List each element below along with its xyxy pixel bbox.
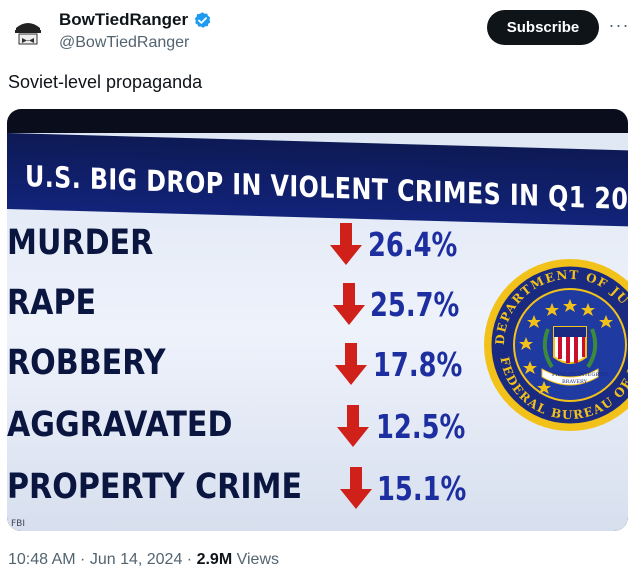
meta-separator: ·	[182, 551, 197, 568]
down-arrow-icon	[337, 405, 369, 447]
tweet-meta: 10:48 AM · Jun 14, 2024 · 2.9M Views	[8, 551, 279, 569]
down-arrow-icon	[335, 343, 367, 385]
percent-change: 17.8%	[373, 345, 463, 384]
seal-motto-right: INTEGRITY	[578, 372, 608, 378]
fbi-seal-icon: DEPARTMENT OF JU FEDERAL BUREAU OF IN FI…	[484, 259, 628, 431]
author-handle[interactable]: @BowTiedRanger	[59, 34, 189, 52]
subscribe-button[interactable]: Subscribe	[487, 10, 599, 45]
crime-label: PROPERTY CRIME	[7, 467, 303, 507]
down-arrow-icon	[330, 223, 362, 265]
tweet-date[interactable]: Jun 14, 2024	[90, 551, 183, 568]
crime-label: ROBBERY	[7, 343, 166, 383]
down-arrow-icon	[333, 283, 365, 325]
crime-label: AGGRAVATED	[7, 405, 233, 445]
more-options-icon[interactable]: ···	[607, 14, 631, 38]
seal-motto-left: FIDELITY	[552, 372, 578, 378]
down-arrow-icon	[340, 467, 372, 509]
author-name-row: BowTiedRanger	[59, 10, 212, 30]
tweet-time[interactable]: 10:48 AM	[8, 551, 76, 568]
author-display-name[interactable]: BowTiedRanger	[59, 10, 188, 30]
verified-badge-icon[interactable]	[193, 11, 212, 30]
views-label: Views	[236, 551, 279, 568]
bowtie-avatar-icon	[15, 23, 41, 45]
views-count: 2.9M	[196, 551, 233, 568]
crime-label: RAPE	[7, 283, 97, 323]
percent-change: 15.1%	[377, 469, 467, 508]
percent-change: 12.5%	[376, 407, 466, 446]
source-tag: FBI	[11, 519, 26, 529]
tweet-media-image[interactable]: U.S. BIG DROP IN VIOLENT CRIMES IN Q1 20…	[7, 109, 628, 531]
percent-change: 25.7%	[370, 285, 460, 324]
tweet-header: BowTiedRanger @BowTiedRanger Subscribe ·…	[0, 0, 640, 62]
crime-row-property-crime: PROPERTY CRIME 15.1%	[7, 467, 628, 517]
meta-separator: ·	[75, 551, 90, 568]
percent-change: 26.4%	[368, 225, 458, 264]
avatar[interactable]	[8, 14, 48, 54]
seal-motto-mid: BRAVERY	[562, 379, 588, 385]
tweet-text: Soviet-level propaganda	[8, 72, 203, 92]
crime-label: MURDER	[7, 223, 154, 263]
